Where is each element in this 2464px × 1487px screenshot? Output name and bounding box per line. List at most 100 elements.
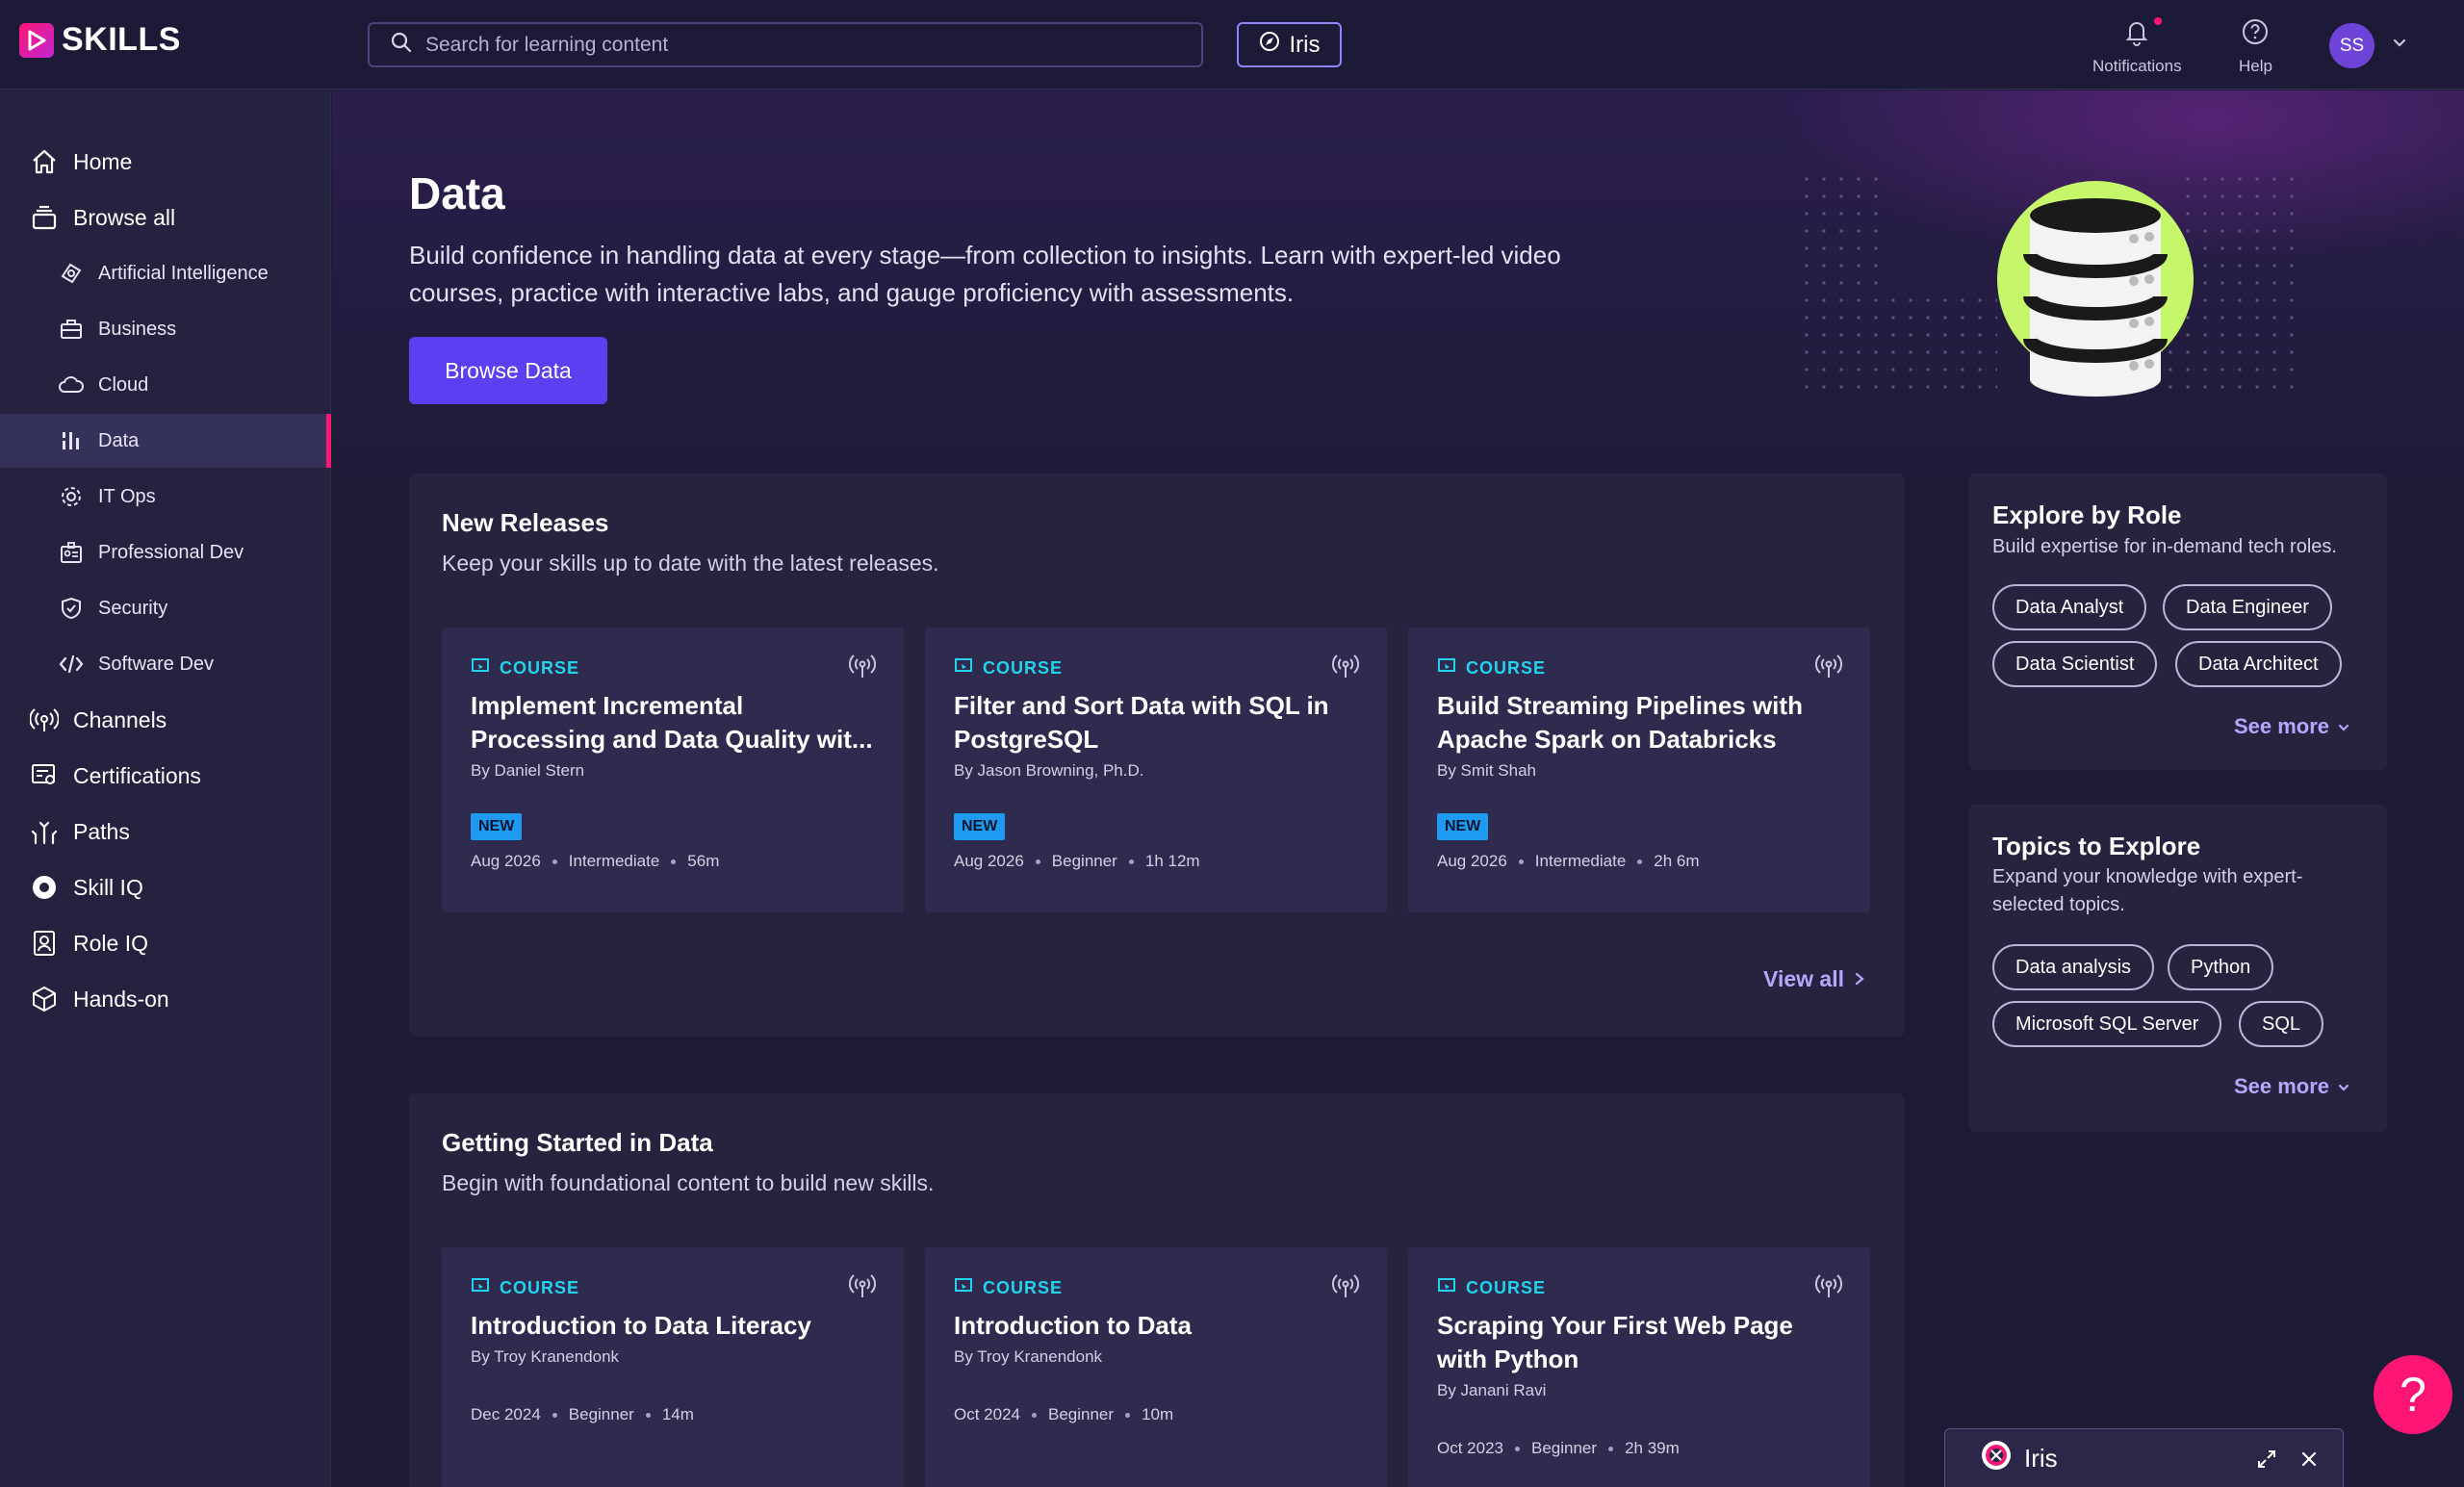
sidebar-item-hands-on[interactable]: Hands-on [0,972,331,1026]
chevron-right-icon [1854,966,1865,992]
course-card[interactable]: COURSE Scraping Your First Web Page with… [1408,1247,1870,1487]
see-more-label: See more [2233,1074,2329,1098]
see-more-label: See more [2233,714,2329,738]
broadcast-icon[interactable] [1814,1272,1843,1304]
sidebar-item-professional-dev[interactable]: Professional Dev [0,526,331,579]
role-chip[interactable]: Data Architect [2175,641,2342,687]
course-card[interactable]: COURSE Filter and Sort Data with SQL in … [925,628,1387,912]
section-title: Getting Started in Data [442,1128,713,1157]
browse-data-button[interactable]: Browse Data [409,337,607,404]
help-circle-icon [2241,17,2270,51]
card-type-label: COURSE [500,1278,580,1297]
sidebar-item-skill-iq[interactable]: Skill IQ [0,860,331,914]
sidebar-item-label: Cloud [98,373,149,396]
help-button[interactable]: Help [2239,17,2272,76]
bell-icon [2123,17,2150,51]
see-more-topics-link[interactable]: See more [2234,1074,2350,1099]
card-type-label: COURSE [500,658,580,678]
new-badge: NEW [954,813,1006,840]
card-author: By Troy Kranendonk [471,1347,620,1366]
sidebar-item-home[interactable]: Home [0,135,331,189]
card-title[interactable]: Implement Incremental Processing and Dat… [471,689,875,756]
sidebar-item-software-dev[interactable]: Software Dev [0,637,331,691]
card-title[interactable]: Introduction to Data [954,1309,1358,1343]
play-logo-icon [19,22,54,58]
help-fab-button[interactable]: ? [2374,1355,2452,1434]
iris-button[interactable]: Iris [1237,22,1342,67]
close-icon[interactable] [2298,1447,2320,1476]
view-all-link[interactable]: View all [1763,966,1865,992]
card-duration: 2h 39m [1625,1439,1680,1457]
sidebar-item-role-iq[interactable]: Role IQ [0,916,331,970]
search-input[interactable] [425,33,1157,57]
panel-subtitle: Build expertise for in-demand tech roles… [1992,536,2337,557]
section-title: New Releases [442,508,609,537]
course-card[interactable]: COURSE Implement Incremental Processing … [442,628,904,912]
iris-logo-icon [1980,1439,2013,1478]
broadcast-icon[interactable] [1814,653,1843,684]
broadcast-icon[interactable] [848,1272,877,1304]
new-badge: NEW [1437,813,1489,840]
notifications-button[interactable]: Notifications [2092,17,2182,76]
card-level: Beginner [1048,1405,1115,1423]
sidebar-item-browse-all[interactable]: Browse all [0,191,331,244]
sidebar-item-channels[interactable]: Channels [0,693,331,747]
sidebar-item-artificial-intelligence[interactable]: Artificial Intelligence [0,246,331,300]
sidebar-item-label: Hands-on [73,986,169,1012]
card-date: Dec 2024 [471,1405,541,1423]
topic-chip[interactable]: Microsoft SQL Server [1992,1001,2222,1047]
sidebar-item-security[interactable]: Security [0,581,331,635]
sidebar-item-it-ops[interactable]: IT Ops [0,470,331,524]
card-type-label: COURSE [983,1278,1064,1297]
card-title[interactable]: Introduction to Data Literacy [471,1309,875,1343]
sidebar-item-label: Data [98,429,140,451]
course-card[interactable]: COURSE Build Streaming Pipelines with Ap… [1408,628,1870,912]
card-author: By Smit Shah [1437,761,1536,780]
role-chip[interactable]: Data Scientist [1992,641,2158,687]
sidebar-item-label: Role IQ [73,930,148,956]
chevron-down-icon[interactable] [2391,35,2408,57]
iris-chat-dock[interactable]: Iris [1944,1428,2344,1487]
topic-chip[interactable]: Data analysis [1992,944,2155,990]
broadcast-icon[interactable] [1331,653,1360,684]
search-icon [391,32,412,58]
see-more-roles-link[interactable]: See more [2234,714,2350,739]
role-chip[interactable]: Data Analyst [1992,584,2147,630]
gear-icon [58,481,85,512]
sidebar: Home Browse all Artificial Intelligence … [0,90,331,1487]
expand-icon[interactable] [2256,1447,2277,1476]
sidebar-item-cloud[interactable]: Cloud [0,358,331,412]
page-description: Build confidence in handling data at eve… [409,241,1561,307]
card-date: Oct 2023 [1437,1439,1503,1457]
search-bar[interactable] [368,22,1203,67]
sidebar-item-paths[interactable]: Paths [0,805,331,859]
view-all-label: View all [1763,966,1844,991]
sidebar-item-certifications[interactable]: Certifications [0,749,331,803]
card-duration: 1h 12m [1144,852,1200,870]
course-card[interactable]: COURSE Introduction to Data Literacy By … [442,1247,904,1487]
broadcast-icon[interactable] [1331,1272,1360,1304]
role-chip[interactable]: Data Engineer [2163,584,2332,630]
card-title[interactable]: Build Streaming Pipelines with Apache Sp… [1437,689,1841,756]
course-card[interactable]: COURSE Introduction to Data By Troy Kran… [925,1247,1387,1487]
brand-logo[interactable]: SKILLS [19,21,181,59]
card-title[interactable]: Scraping Your First Web Page with Python [1437,1309,1841,1376]
iris-button-label: Iris [1289,31,1321,58]
card-title[interactable]: Filter and Sort Data with SQL in Postgre… [954,689,1358,756]
broadcast-icon[interactable] [848,653,877,684]
user-avatar[interactable]: SS [2329,23,2374,68]
card-author: By Daniel Stern [471,761,585,780]
topic-chip[interactable]: SQL [2239,1001,2324,1047]
panel-title: Explore by Role [1992,500,2182,529]
sidebar-item-data[interactable]: Data [0,414,331,468]
topic-chip[interactable]: Python [2168,944,2274,990]
course-icon [1437,656,1456,680]
sidebar-item-label: Professional Dev [98,541,244,563]
card-duration: 10m [1142,1405,1174,1423]
sidebar-item-business[interactable]: Business [0,302,331,356]
card-author: By Troy Kranendonk [954,1347,1103,1366]
card-author: By Janani Ravi [1437,1381,1547,1399]
notifications-label: Notifications [2092,57,2182,75]
top-bar: SKILLS Iris Notifications Help SS [0,0,2464,90]
card-duration: 2h 6m [1654,852,1700,870]
